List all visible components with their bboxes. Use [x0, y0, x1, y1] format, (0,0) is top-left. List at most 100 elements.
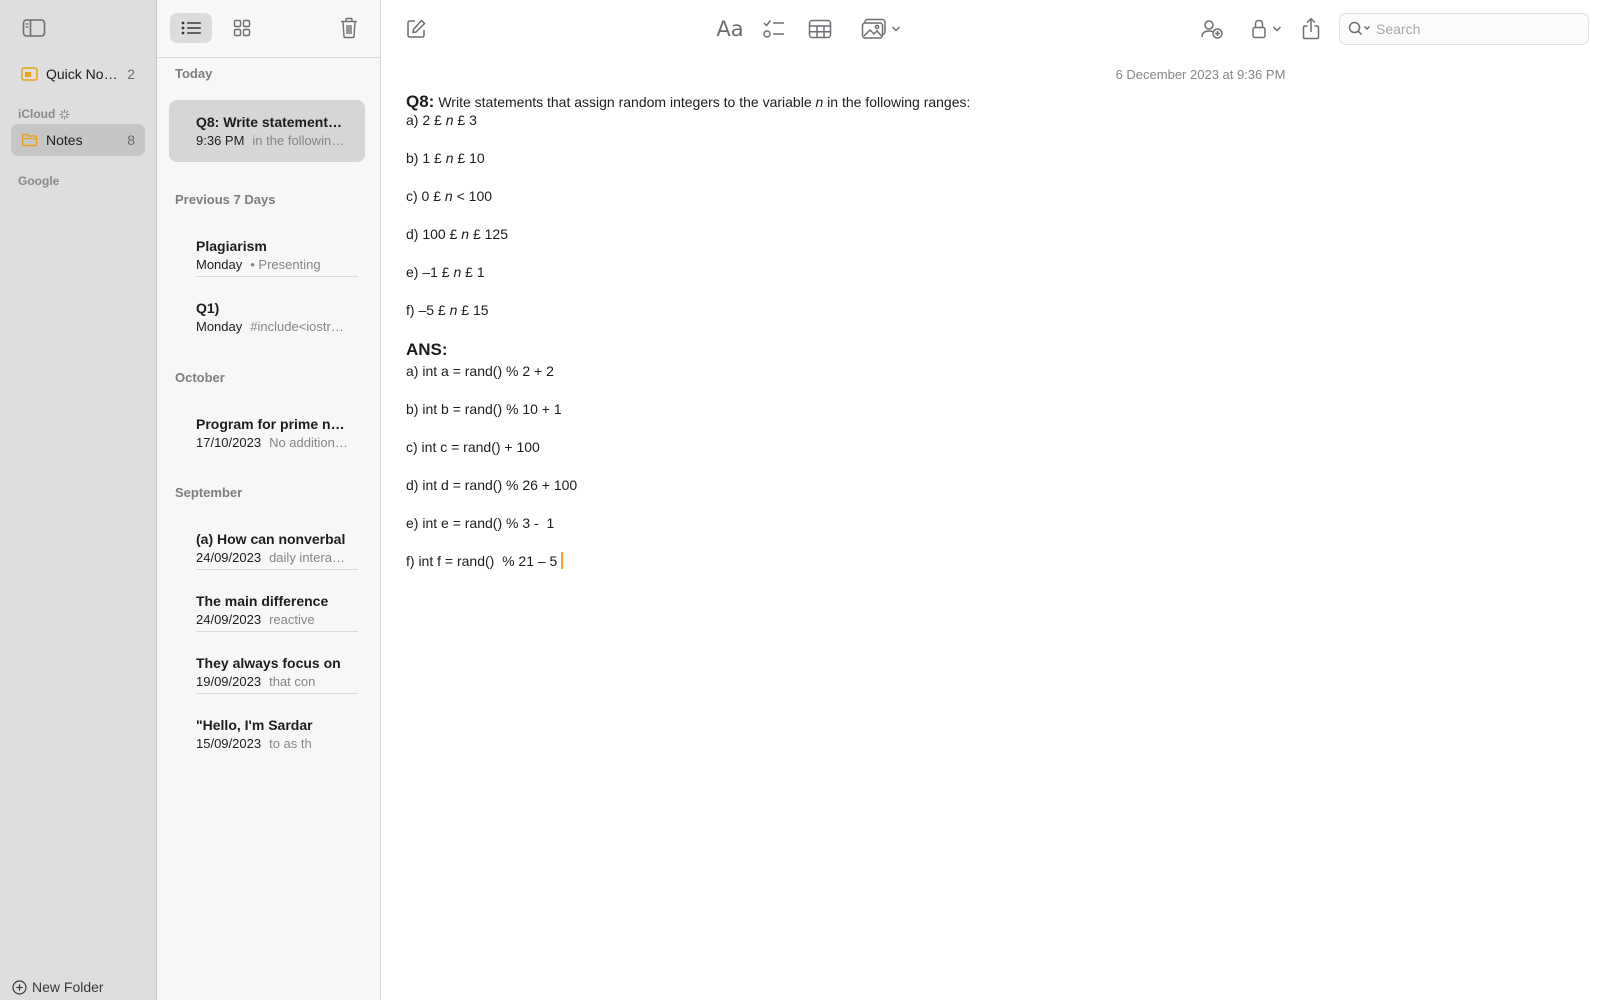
search-input[interactable]: [1376, 21, 1566, 37]
note-list: Today Q8: Write statements that assign r…: [157, 0, 381, 1000]
range-line: d) 100 £ n £ 125: [406, 226, 508, 242]
text-format-icon: Aa: [716, 17, 744, 41]
note-preview: to as th: [269, 736, 312, 751]
trash-icon: [341, 17, 357, 39]
delete-button[interactable]: [337, 14, 361, 42]
divider: [196, 276, 358, 277]
share-button[interactable]: [1299, 15, 1323, 43]
lock-icon: [1252, 19, 1266, 39]
note-title: Q1): [196, 300, 220, 316]
search-field[interactable]: [1339, 13, 1589, 45]
note-date: 19/09/2023: [196, 674, 262, 689]
sidebar-item-label: Notes: [46, 132, 83, 148]
note-title: (a) How can nonverbal: [196, 531, 346, 547]
table-icon: [808, 19, 832, 39]
note-preview: • Presenting: [250, 257, 321, 272]
new-note-button[interactable]: [403, 15, 429, 43]
divider: [196, 693, 358, 694]
question-text: Write statements that assign random inte…: [438, 94, 816, 110]
answer-line: d) int d = rand() % 26 + 100: [406, 477, 578, 493]
note-preview: that con: [269, 674, 316, 689]
note-editor: Aa 6 December 2023 at 9:36 PM Q8:Write s…: [381, 0, 1600, 1000]
note-preview: #include<iostream>: [250, 319, 348, 334]
note-title: Q8: Write statements that assign random …: [196, 114, 348, 130]
sidebar-toggle-icon[interactable]: [22, 18, 46, 38]
range-line: b) 1 £ n £ 10: [406, 150, 485, 166]
sidebar-item-notes[interactable]: Notes 8: [11, 124, 145, 156]
note-list-toolbar: [157, 0, 380, 58]
note-date: 17/10/2023: [196, 435, 262, 450]
text-cursor: [561, 552, 564, 569]
note-title: The main difference: [196, 593, 329, 609]
group-header-today: Today: [175, 66, 213, 81]
question-text-tail: in the following ranges:: [823, 94, 971, 110]
gallery-view-button[interactable]: [221, 13, 263, 43]
sidebar-item-quick-notes[interactable]: Quick Notes 2: [11, 58, 145, 90]
sidebar-item-count: 8: [127, 132, 135, 148]
answer-line: b) int b = rand() % 10 + 1: [406, 401, 562, 417]
range-line: e) –1 £ n £ 1: [406, 264, 485, 280]
sidebar-item-count: 2: [127, 66, 135, 82]
note-date: 24/09/2023: [196, 550, 262, 565]
answer-line: c) int c = rand() + 100: [406, 439, 540, 455]
sidebar: Quick Notes 2 iCloud Notes 8 Google New …: [0, 0, 157, 1000]
note-date-header: 6 December 2023 at 9:36 PM: [381, 67, 1600, 82]
answer-line-last: f) int f = rand() % 21 – 5: [406, 552, 1556, 571]
table-button[interactable]: [807, 15, 833, 43]
question-line: Q8: Write statements that assign random i…: [406, 92, 1556, 111]
note-date: Monday: [196, 319, 243, 334]
answer-line: a) int a = rand() % 2 + 2: [406, 363, 554, 379]
note-title: Program for prime numbers: [196, 416, 348, 432]
note-title: They always focus on: [196, 655, 341, 671]
group-header-october: October: [175, 370, 225, 385]
list-item[interactable]: Q1) Monday #include<iostream>: [169, 286, 365, 348]
new-folder-label: New Folder: [32, 979, 104, 995]
note-date: Monday: [196, 257, 243, 272]
question-label: Q8:: [406, 92, 435, 111]
folder-icon: [21, 133, 38, 147]
note-preview: reactive: [269, 612, 315, 627]
answer-text: f) int f = rand() % 21 – 5: [406, 553, 558, 569]
collaborate-icon: [1201, 20, 1223, 39]
note-date: 9:36 PM: [196, 133, 245, 148]
note-preview: in the following ranges:: [252, 133, 348, 148]
sidebar-section-google: Google: [18, 174, 59, 188]
format-button[interactable]: Aa: [715, 15, 745, 43]
checklist-button[interactable]: [761, 15, 787, 43]
compose-icon: [407, 19, 426, 38]
note-date: 15/09/2023: [196, 736, 262, 751]
sidebar-item-label: Quick Notes: [46, 66, 121, 82]
chevron-down-icon: [891, 26, 901, 32]
photo-icon: [861, 18, 886, 39]
loading-spinner-icon: [59, 108, 70, 120]
list-item[interactable]: "Hello, I'm Sardar 15/09/2023 to as th: [169, 703, 365, 765]
new-folder-button[interactable]: New Folder: [12, 979, 104, 995]
range-line: c) 0 £ n < 100: [406, 188, 493, 204]
note-preview: No additional text: [269, 435, 348, 450]
list-view-button[interactable]: [170, 13, 212, 43]
note-title: Plagiarism: [196, 238, 267, 254]
note-title: "Hello, I'm Sardar: [196, 717, 313, 733]
note-body[interactable]: Q8: Write statements that assign random i…: [406, 92, 1556, 571]
sidebar-section-icloud: iCloud: [18, 107, 70, 121]
lock-button[interactable]: [1247, 15, 1285, 43]
chevron-down-icon: [1272, 26, 1282, 32]
list-item[interactable]: Program for prime numbers 17/10/2023 No a…: [169, 402, 365, 464]
grid-icon: [233, 19, 251, 37]
plus-circle-icon: [12, 979, 27, 995]
divider: [196, 631, 358, 632]
range-line: a) 2 £ n £ 3: [406, 112, 477, 128]
range-line: f) –5 £ n £ 15: [406, 302, 489, 318]
share-icon: [1302, 17, 1320, 40]
search-icon: [1348, 21, 1371, 36]
collaborate-button[interactable]: [1199, 15, 1225, 43]
group-header-previous-7-days: Previous 7 Days: [175, 192, 276, 207]
list-item[interactable]: Q8: Write statements that assign random …: [169, 100, 365, 162]
section-label: Google: [18, 174, 60, 188]
media-button[interactable]: [859, 15, 903, 43]
note-date: 6 December 2023 at 9:36 PM: [1115, 67, 1286, 82]
answer-line: e) int e = rand() % 3 - 1: [406, 515, 555, 531]
note-date: 24/09/2023: [196, 612, 262, 627]
group-header-september: September: [175, 485, 243, 500]
checklist-icon: [763, 20, 784, 38]
